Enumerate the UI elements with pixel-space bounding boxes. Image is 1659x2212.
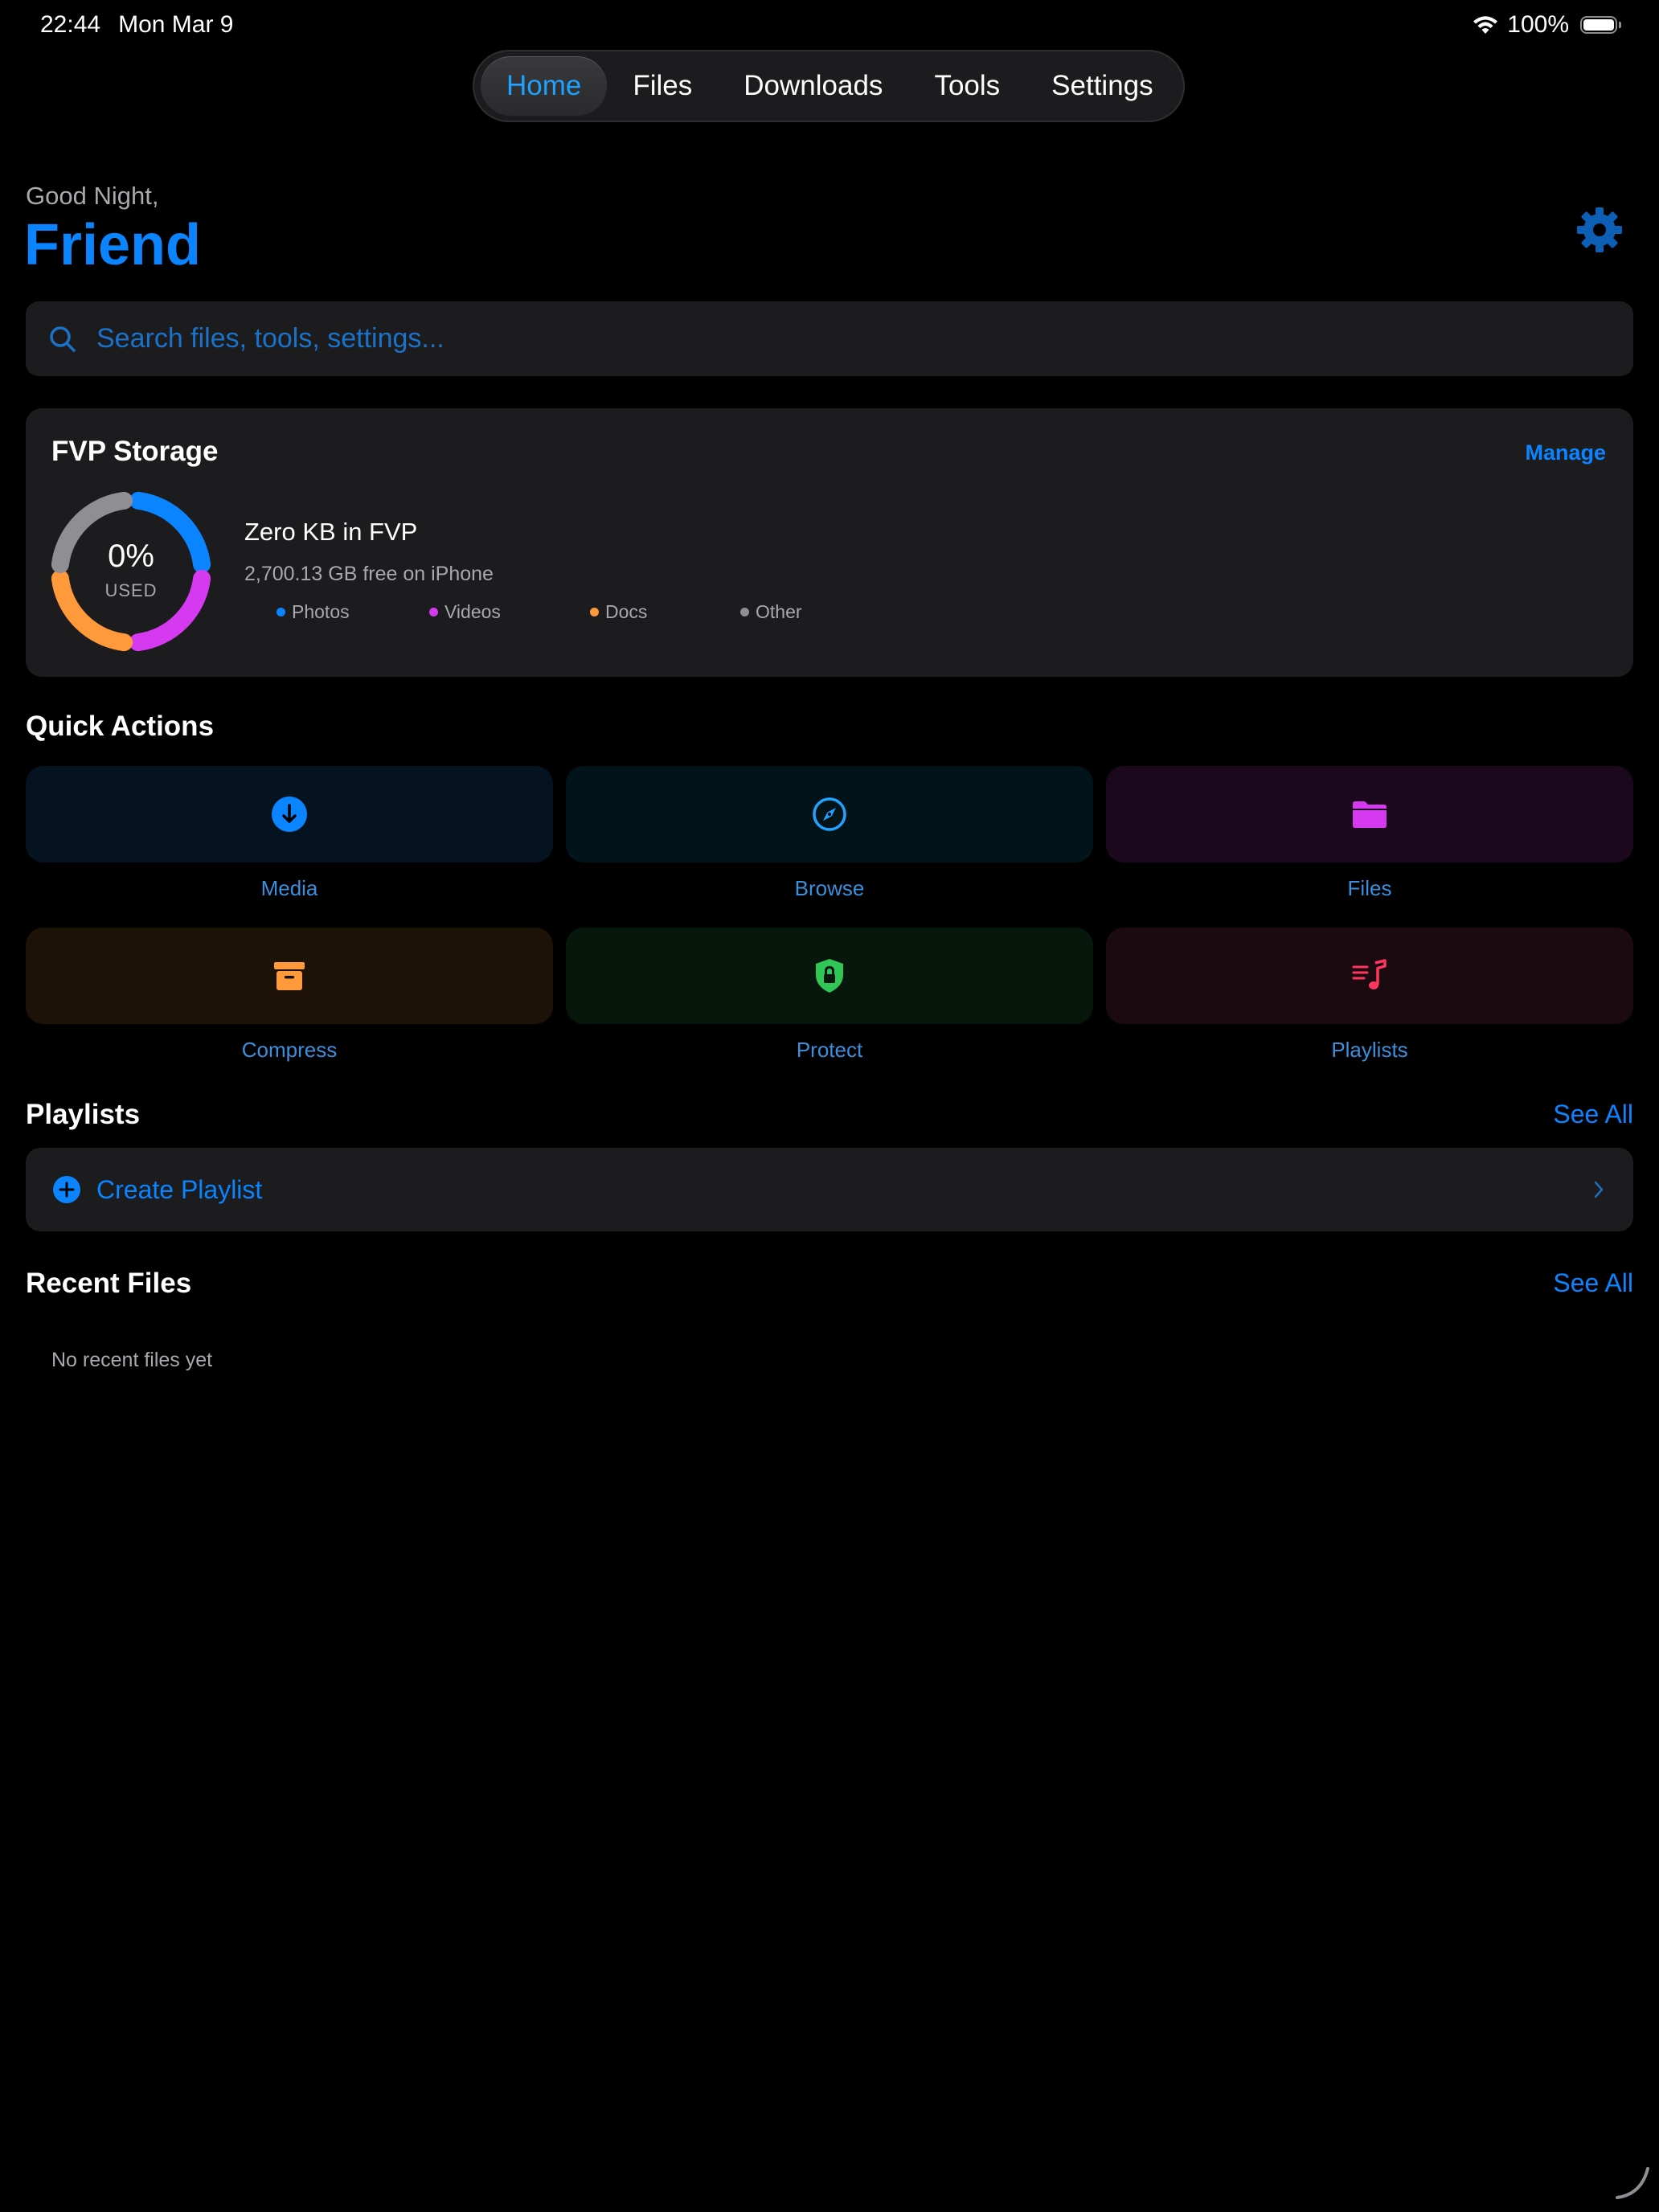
quick-action-media[interactable] [26,766,553,862]
tab-downloads[interactable]: Downloads [718,56,908,116]
quick-action-browse[interactable] [566,766,1093,862]
tab-home[interactable]: Home [481,56,608,116]
playlists-title: Playlists [26,1099,141,1130]
archive-box-icon [274,962,305,990]
legend-photos: Photos [276,601,350,623]
compass-icon [813,797,846,831]
corner-indicator-icon [1616,2167,1649,2199]
search-input[interactable] [95,322,1633,355]
chevron-right-icon [1594,1181,1604,1198]
music-list-icon [1352,959,1387,989]
status-bar-left: 22:44 Mon Mar 9 [40,11,233,39]
create-playlist-label: Create Playlist [96,1174,263,1204]
quick-action-protect-label: Protect [796,1038,863,1062]
quick-action-protect[interactable] [566,928,1093,1024]
legend-docs: Docs [590,601,647,623]
storage-card: FVP Storage Manage 0% USED Zero KB in FV… [26,408,1633,677]
quick-action-playlists[interactable] [1106,928,1633,1024]
status-date: Mon Mar 9 [118,11,234,38]
status-bar-right: 100% [1472,11,1621,39]
storage-used-label: USED [104,580,158,600]
gear-icon[interactable] [1575,206,1624,254]
quick-action-compress[interactable] [26,928,553,1024]
download-circle-icon [272,797,307,832]
legend-other: Other [740,601,802,623]
storage-title: FVP Storage [51,436,219,467]
user-name: Friend [24,213,202,277]
greeting-text: Good Night, [26,182,159,210]
legend-label: Other [756,601,802,622]
quick-actions-title: Quick Actions [26,711,215,742]
storage-percent: 0% [108,539,154,574]
top-tab-bar: Home Files Downloads Tools Settings [473,50,1185,122]
storage-free-space: 2,700.13 GB free on iPhone [244,563,494,585]
legend-label: Videos [444,601,501,622]
tab-settings[interactable]: Settings [1026,56,1178,116]
wifi-icon [1473,16,1498,34]
battery-percent: 100% [1507,11,1569,38]
battery-icon [1580,16,1621,34]
quick-action-files-label: Files [1347,876,1392,900]
recent-files-title: Recent Files [26,1268,192,1299]
plus-circle-icon [53,1176,80,1203]
quick-action-browse-label: Browse [794,876,865,900]
legend-dot [276,608,285,616]
legend-dot [590,608,599,616]
tab-files[interactable]: Files [607,56,718,116]
recent-files-see-all-link[interactable]: See All [1553,1268,1633,1298]
legend-dot [740,608,749,616]
recent-files-empty-message: No recent files yet [51,1349,213,1371]
create-playlist-button[interactable]: Create Playlist [26,1148,1633,1231]
playlists-see-all-link[interactable]: See All [1553,1100,1633,1129]
legend-label: Docs [605,601,648,622]
status-time: 22:44 [40,11,101,38]
quick-action-compress-label: Compress [241,1038,338,1062]
storage-headline: Zero KB in FVP [244,518,418,546]
legend-label: Photos [292,601,350,622]
search-bar [26,301,1633,376]
quick-action-files[interactable] [1106,766,1633,862]
search-icon [50,326,76,352]
tab-tools[interactable]: Tools [908,56,1026,116]
quick-action-playlists-label: Playlists [1331,1038,1408,1062]
manage-storage-button[interactable]: Manage [1525,440,1606,465]
folder-icon [1353,801,1387,828]
quick-action-media-label: Media [260,876,318,900]
lock-shield-icon [816,959,843,993]
legend-videos: Videos [429,601,501,623]
legend-dot [429,608,438,616]
